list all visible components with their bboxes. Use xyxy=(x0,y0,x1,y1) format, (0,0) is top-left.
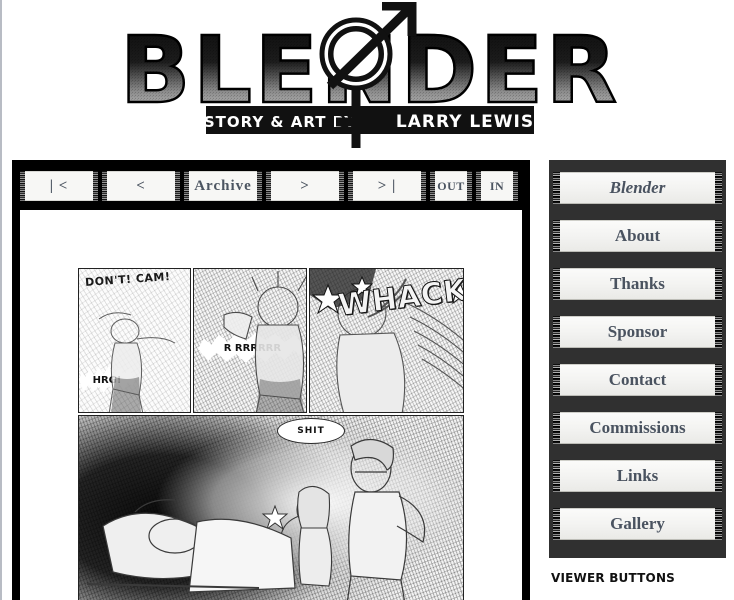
svg-text:STORY & ART BY: STORY & ART BY xyxy=(204,113,356,131)
comic-panel-2: R RRRRRR xyxy=(193,268,307,413)
comic-panel-4: SHIT xyxy=(78,415,464,600)
zoom-out-button[interactable]: OUT xyxy=(430,171,472,201)
svg-text:LARRY LEWIS: LARRY LEWIS xyxy=(396,112,534,132)
comic-strip-row-bottom: SHIT xyxy=(20,415,522,600)
sidebar-item-sponsor[interactable]: Sponsor xyxy=(553,316,722,348)
comic-page-image[interactable]: DON'T! CAM! HRG! R RRRRRR WHACK!! SHIT xyxy=(20,210,522,600)
sidebar-item-gallery[interactable]: Gallery xyxy=(553,508,722,540)
page-root: BLENDER BLENDER STORY & ART BY LARRY LEW… xyxy=(0,0,734,600)
comic-strip-row-top: DON'T! CAM! HRG! R RRRRRR WHACK!! xyxy=(20,268,522,413)
site-sidebar: Blender About Thanks Sponsor Contact Com… xyxy=(549,160,726,558)
zoom-in-button[interactable]: IN xyxy=(476,171,518,201)
first-page-button[interactable]: | < xyxy=(20,171,98,201)
blender-logo-image: BLENDER BLENDER STORY & ART BY LARRY LEW… xyxy=(120,2,620,148)
comic-panel-1: DON'T! CAM! HRG! xyxy=(78,268,192,413)
sidebar-item-commissions[interactable]: Commissions xyxy=(553,412,722,444)
sidebar-item-links[interactable]: Links xyxy=(553,460,722,492)
sidebar-item-blender[interactable]: Blender xyxy=(553,172,722,204)
sidebar-item-thanks[interactable]: Thanks xyxy=(553,268,722,300)
sidebar-item-about[interactable]: About xyxy=(553,220,722,252)
panel4-thought-bubble: SHIT xyxy=(277,418,345,444)
previous-page-button[interactable]: < xyxy=(102,171,180,201)
next-page-button[interactable]: > xyxy=(266,171,344,201)
site-banner: BLENDER BLENDER STORY & ART BY LARRY LEW… xyxy=(2,0,734,150)
comic-viewer-panel: | < < Archive > > | OUT IN DON'T! CAM! H… xyxy=(12,160,530,600)
last-page-button[interactable]: > | xyxy=(348,171,426,201)
archive-button[interactable]: Archive xyxy=(184,171,262,201)
comic-navigation-bar: | < < Archive > > | OUT IN xyxy=(20,168,522,204)
comic-panel-3: WHACK!! xyxy=(308,268,464,413)
sidebar-item-contact[interactable]: Contact xyxy=(553,364,722,396)
viewer-buttons-label: VIEWER BUTTONS xyxy=(551,571,676,585)
